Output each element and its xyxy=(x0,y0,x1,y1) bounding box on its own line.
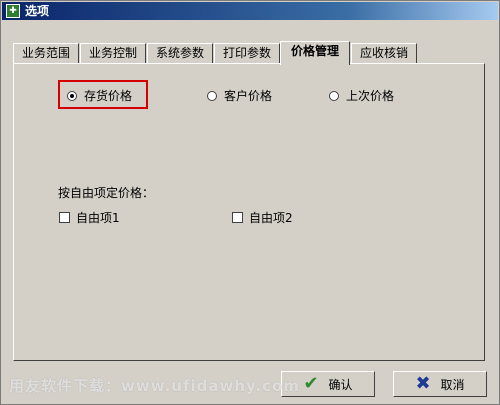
radio-unchecked-icon xyxy=(207,90,217,101)
radio-inventory-price-label: 存货价格 xyxy=(84,89,133,103)
checkbox-free-item-2[interactable]: 自由项2 xyxy=(232,209,293,226)
ok-button-label: 确认 xyxy=(328,377,353,392)
checkbox-free-item-1[interactable]: 自由项1 xyxy=(59,209,120,226)
tab-price-management[interactable]: 价格管理 xyxy=(280,41,350,65)
radio-last-price[interactable]: 上次价格 xyxy=(329,87,394,104)
radio-customer-price[interactable]: 客户价格 xyxy=(207,87,272,104)
checkbox-icon xyxy=(232,212,243,223)
window-title: 选项 xyxy=(25,4,50,18)
tab-business-control[interactable]: 业务控制 xyxy=(80,43,146,63)
checkbox-free-item-2-label: 自由项2 xyxy=(249,211,293,225)
checkbox-icon xyxy=(59,212,70,223)
close-icon: ✖ xyxy=(415,373,431,394)
radio-inventory-price[interactable]: 存货价格 xyxy=(67,87,132,104)
radio-unchecked-icon xyxy=(329,90,339,101)
checkbox-free-item-1-label: 自由项1 xyxy=(76,211,120,225)
radio-customer-price-label: 客户价格 xyxy=(224,89,273,103)
cancel-button[interactable]: ✖ 取消 xyxy=(393,371,487,397)
checkmark-icon: ✔ xyxy=(303,373,319,394)
tab-receivable-writeoff[interactable]: 应收核销 xyxy=(351,43,417,63)
tab-print-params[interactable]: 打印参数 xyxy=(214,43,280,63)
cancel-button-label: 取消 xyxy=(440,377,465,392)
options-dialog: ✚ 选项 业务范围 业务控制 系统参数 打印参数 价格管理 应收核销 存货价格 … xyxy=(0,0,500,405)
free-item-section-label: 按自由项定价格： xyxy=(58,186,155,200)
title-bar: ✚ 选项 xyxy=(2,2,498,20)
tab-system-params[interactable]: 系统参数 xyxy=(147,43,213,63)
radio-checked-icon xyxy=(67,90,77,101)
tab-business-scope[interactable]: 业务范围 xyxy=(13,43,79,63)
watermark: 用友软件下载：www.ufidawhy.com xyxy=(9,377,300,395)
radio-last-price-label: 上次价格 xyxy=(346,89,395,103)
app-icon: ✚ xyxy=(6,4,20,18)
